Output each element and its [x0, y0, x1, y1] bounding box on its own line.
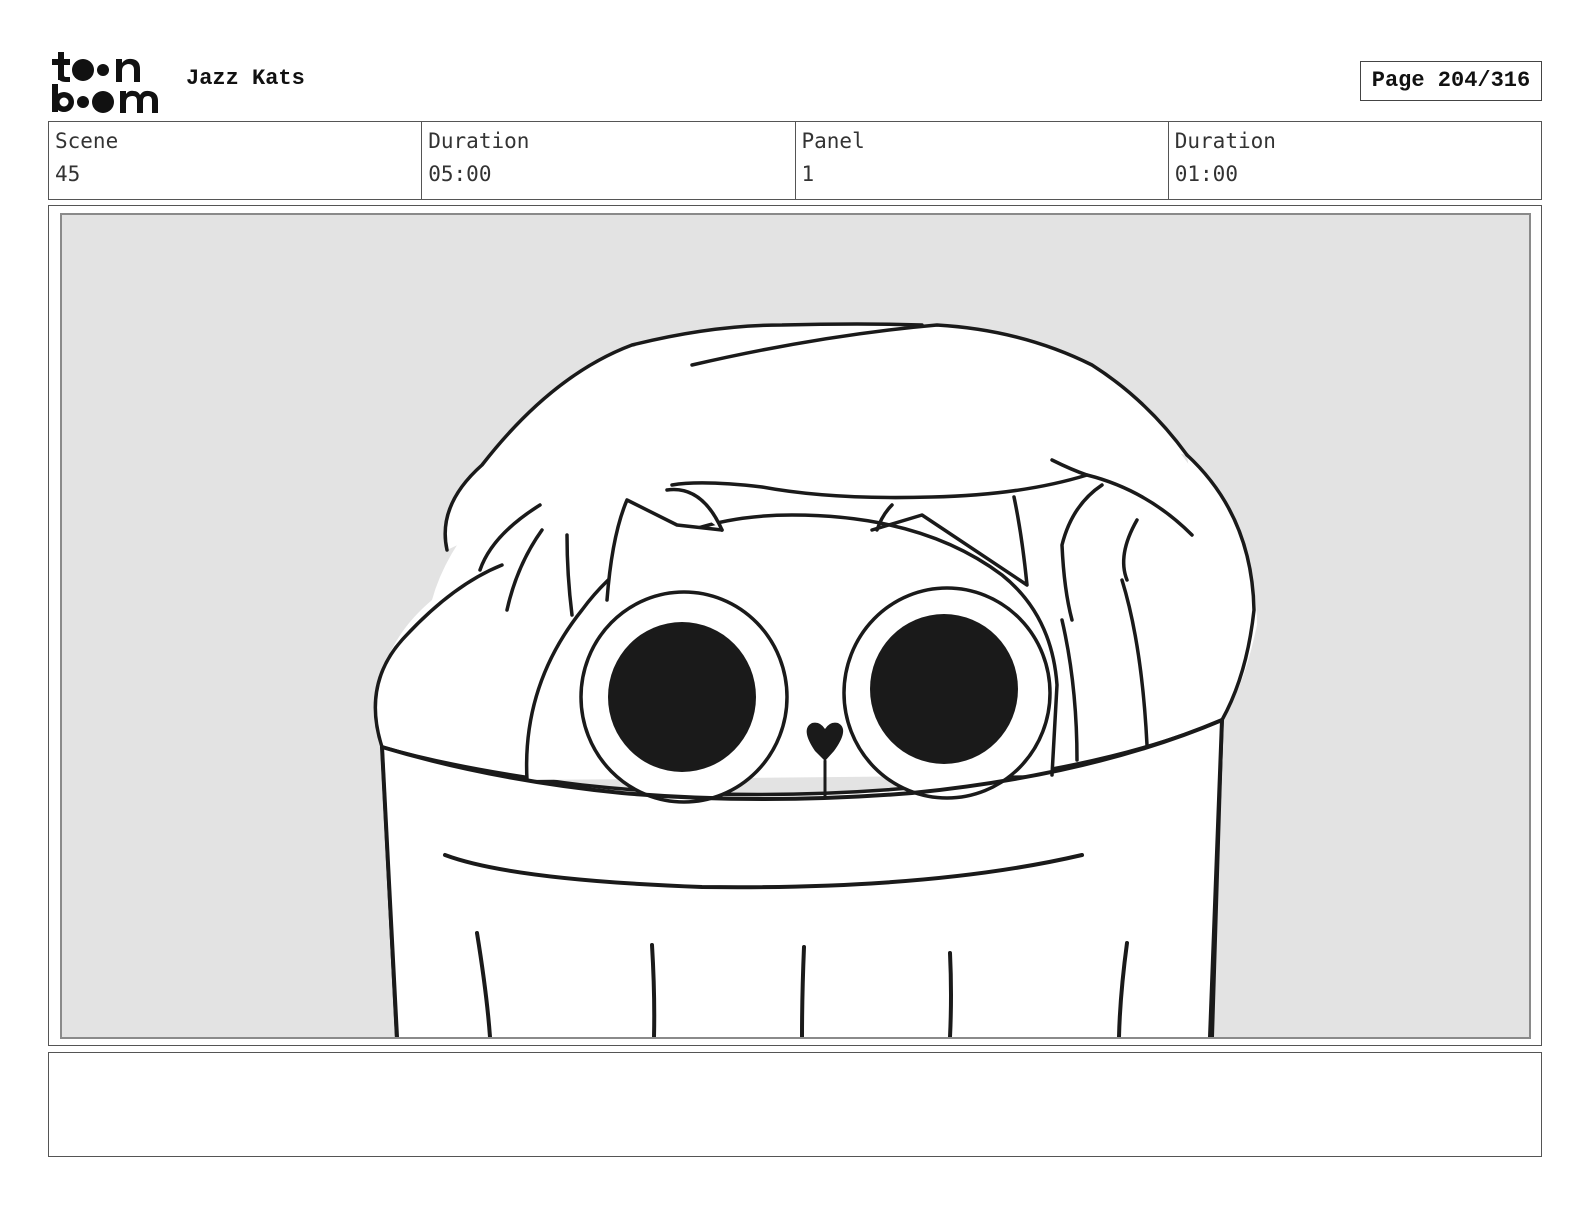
- page-indicator: Page 204/316: [1360, 61, 1542, 101]
- panel-duration-label: Duration: [1174, 129, 1276, 153]
- scene-label: Scene: [55, 129, 119, 153]
- toonboom-logo: [50, 50, 168, 114]
- cat-in-trash-can-illustration: [373, 322, 1257, 1037]
- scene-duration-label: Duration: [428, 129, 530, 153]
- scene-duration-cell: Duration 05:00: [422, 122, 796, 199]
- panel-duration-cell: Duration 01:00: [1169, 122, 1541, 199]
- storyboard-panel-frame: [48, 205, 1542, 1046]
- scene-cell: Scene 45: [49, 122, 423, 199]
- scene-duration-value: 05:00: [428, 162, 492, 186]
- panel-value: 1: [801, 162, 815, 186]
- panel-notes-box: [48, 1052, 1542, 1157]
- project-title: Jazz Kats: [186, 66, 305, 91]
- panel-drawing: [60, 213, 1531, 1039]
- scene-value: 45: [55, 162, 81, 186]
- panel-label: Panel: [801, 129, 865, 153]
- scene-info-table: Scene 45 Duration 05:00 Panel 1 Duration…: [48, 121, 1542, 200]
- panel-duration-value: 01:00: [1174, 162, 1238, 186]
- panel-cell: Panel 1: [796, 122, 1169, 199]
